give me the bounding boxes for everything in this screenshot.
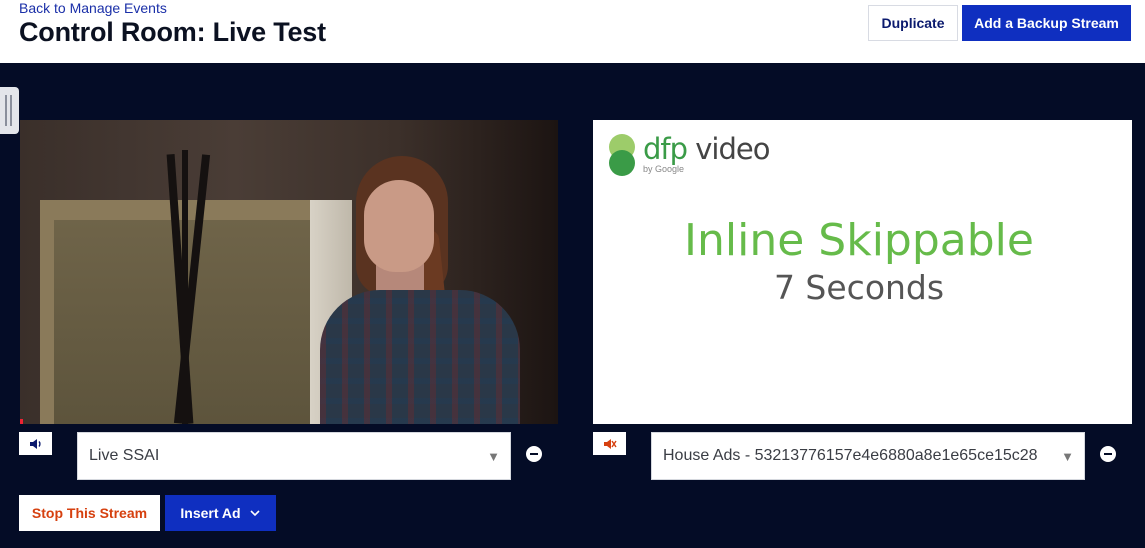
dropdown-arrow-icon: ▼ [487,449,500,464]
backup-stream-video[interactable]: dfp video by Google Inline Skippable 7 S… [593,120,1132,424]
volume-toggle-button[interactable] [19,432,52,455]
stop-stream-button[interactable]: Stop This Stream [19,495,160,531]
stream-source-select[interactable]: House Ads - 53213776157e4e6880a8e1e65ce1… [651,432,1085,480]
minus-icon [1104,453,1112,455]
page-header: Back to Manage Events Control Room: Live… [0,0,1145,63]
remove-stream-button[interactable] [1100,446,1116,462]
ad-duration: 7 Seconds [773,268,945,307]
speaker-icon [29,438,41,449]
progress-indicator [20,419,23,424]
add-backup-stream-button[interactable]: Add a Backup Stream [962,5,1131,41]
stream-source-select[interactable]: Live SSAI ▼ [77,432,511,480]
dfp-video-logo: dfp video by Google [607,130,787,180]
chevron-down-icon [250,510,260,517]
handle-grip-line [10,95,12,126]
volume-toggle-button[interactable] [593,432,626,455]
handle-grip-line [5,95,7,126]
primary-stream-video[interactable] [20,120,558,424]
ad-headline: Inline Skippable [684,215,1034,266]
speaker-muted-icon [603,438,617,449]
drawer-handle[interactable] [0,87,19,134]
page-title: Control Room: Live Test [19,17,326,47]
minus-icon [530,453,538,455]
remove-stream-button[interactable] [526,446,542,462]
duplicate-button[interactable]: Duplicate [868,5,958,41]
insert-ad-button[interactable]: Insert Ad [165,495,276,531]
dropdown-arrow-icon: ▼ [1061,449,1074,464]
back-to-events-link[interactable]: Back to Manage Events [19,0,167,16]
